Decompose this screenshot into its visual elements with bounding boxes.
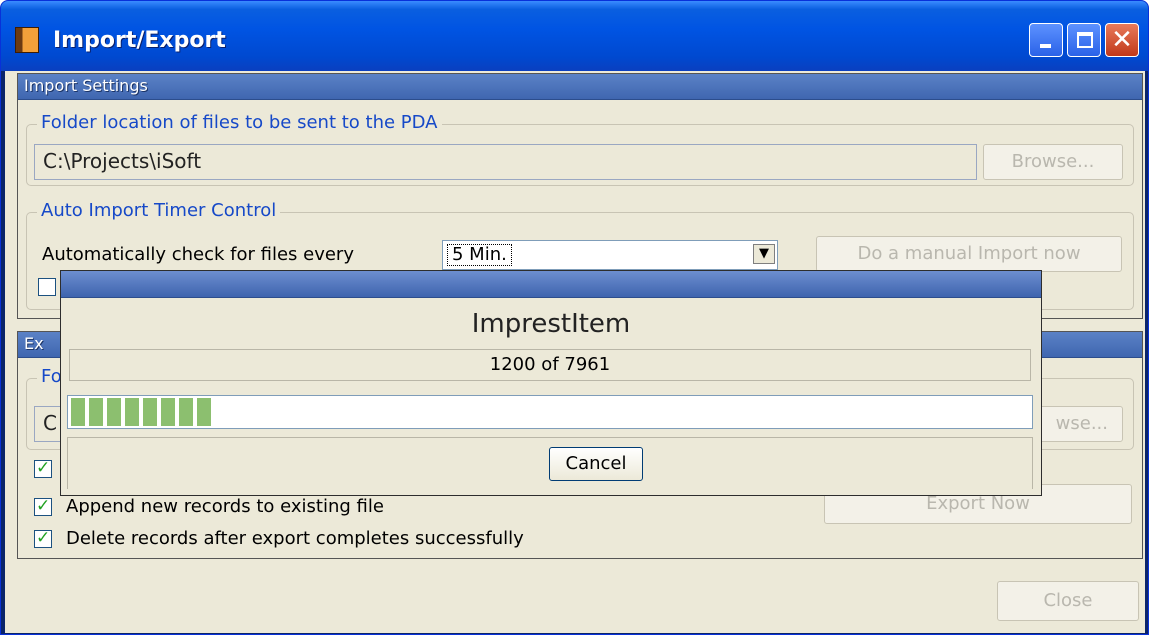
close-button[interactable]: Close — [997, 581, 1139, 621]
import-interval-value: 5 Min. — [447, 244, 512, 266]
append-records-label: Append new records to existing file — [66, 496, 384, 517]
auto-check-label: Automatically check for files every — [42, 244, 354, 265]
manual-import-button[interactable]: Do a manual Import now — [816, 236, 1122, 272]
progress-dialog-title-bar[interactable] — [61, 271, 1041, 298]
window-title: Import/Export — [53, 28, 226, 53]
checkmark-icon: ✓ — [36, 496, 51, 516]
chevron-down-icon: ▼ — [753, 244, 775, 264]
minimize-icon — [1040, 44, 1051, 48]
auto-import-timer-legend: Auto Import Timer Control — [37, 200, 281, 221]
minimize-button[interactable] — [1029, 23, 1063, 57]
app-icon — [15, 27, 39, 53]
export-option-checkbox[interactable]: ✓ — [34, 458, 52, 478]
progress-heading: ImprestItem — [471, 309, 631, 339]
maximize-button[interactable] — [1067, 23, 1101, 57]
title-bar[interactable]: Import/Export ✕ — [1, 1, 1148, 71]
progress-bar-fill — [71, 398, 211, 426]
import-interval-select[interactable]: 5 Min. ▼ — [442, 240, 778, 270]
append-records-checkbox[interactable]: ✓ — [34, 496, 52, 516]
close-window-button[interactable]: ✕ — [1105, 23, 1139, 57]
import-folder-legend: Folder location of files to be sent to t… — [37, 112, 442, 133]
import-folder-path-field[interactable]: C:\Projects\iSoft — [34, 144, 977, 180]
import-settings-header: Import Settings — [18, 74, 1142, 100]
progress-count: 1200 of 7961 — [69, 349, 1031, 381]
delete-records-label: Delete records after export completes su… — [66, 528, 524, 549]
progress-bar — [67, 395, 1033, 429]
import-browse-button[interactable]: Browse... — [983, 144, 1123, 180]
delete-records-checkbox[interactable]: ✓ — [34, 528, 52, 548]
checkmark-icon: ✓ — [36, 458, 51, 478]
progress-dialog: ImprestItem 1200 of 7961 Cancel — [60, 270, 1042, 496]
cancel-button[interactable]: Cancel — [549, 447, 643, 481]
checkmark-icon: ✓ — [36, 528, 51, 548]
maximize-icon — [1077, 32, 1093, 48]
close-icon: ✕ — [1111, 25, 1133, 55]
auto-import-checkbox[interactable] — [38, 278, 56, 296]
